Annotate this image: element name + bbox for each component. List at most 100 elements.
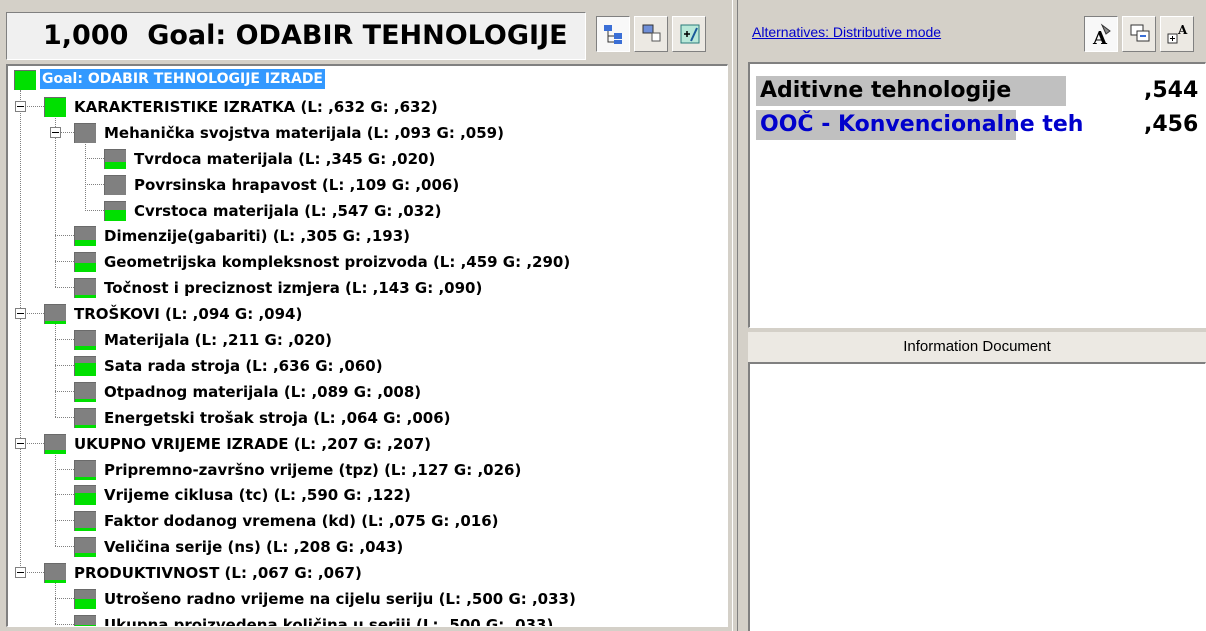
priority-node-icon xyxy=(104,174,126,195)
collapse-icon[interactable] xyxy=(15,100,26,112)
tree-node[interactable]: Mehanička svojstva materijala (L: ,093 G… xyxy=(8,120,727,146)
alternatives-mode-link[interactable]: Alternatives: Distributive mode xyxy=(752,24,941,40)
priority-node-icon xyxy=(74,252,96,273)
alternative-row[interactable]: OOČ - Konvencionalne teh ,456 xyxy=(756,108,1205,142)
priority-node-icon xyxy=(44,433,66,454)
svg-text:A: A xyxy=(1177,23,1188,37)
priority-node-icon xyxy=(74,511,96,532)
tree-node[interactable]: Sata rada stroja (L: ,636 G: ,060) xyxy=(8,353,727,379)
priority-node-icon xyxy=(44,563,66,584)
tree-node[interactable]: Ukupna proizvedena količina u seriji (L:… xyxy=(8,612,727,627)
tree-node[interactable]: Materijala (L: ,211 G: ,020) xyxy=(8,327,727,353)
font-style-button[interactable]: A xyxy=(1084,16,1118,52)
tree-connector xyxy=(55,494,74,496)
add-node-button[interactable] xyxy=(672,16,706,52)
tree-node[interactable]: Energetski trošak stroja (L: ,064 G: ,00… xyxy=(8,405,727,431)
alternative-name: OOČ - Konvencionalne teh xyxy=(760,112,1084,137)
tree-connector xyxy=(85,209,104,211)
tree-node[interactable]: Faktor dodanog vremena (kd) (L: ,075 G: … xyxy=(8,508,727,534)
tree-panel[interactable]: Goal: ODABIR TEHNOLOGIJE IZRADE KARAKTERI… xyxy=(6,64,728,627)
priority-node-icon xyxy=(74,537,96,558)
tree-node-label: Ukupna proizvedena količina u seriji (L:… xyxy=(104,615,554,627)
tree-node-label: Točnost i preciznost izmjera (L: ,143 G:… xyxy=(104,279,483,298)
priority-node-icon xyxy=(74,614,96,626)
tree-node[interactable]: Utrošeno radno vrijeme na cijelu seriju … xyxy=(8,586,727,612)
tree-node[interactable]: Pripremno-završno vrijeme (tpz) (L: ,127… xyxy=(8,457,727,483)
tree-connector xyxy=(55,235,74,237)
tree-node[interactable]: Cvrstoca materijala (L: ,547 G: ,032) xyxy=(8,198,727,224)
tree-node[interactable]: Geometrijska kompleksnost proizvoda (L: … xyxy=(8,249,727,275)
tree-node[interactable]: Vrijeme ciklusa (tc) (L: ,590 G: ,122) xyxy=(8,482,727,508)
alternative-score: ,544 xyxy=(1144,78,1199,103)
tree-node-label: Goal: ODABIR TEHNOLOGIJE IZRADE xyxy=(40,69,325,89)
tree-node-label: Tvrdoca materijala (L: ,345 G: ,020) xyxy=(134,149,436,168)
priority-node-icon xyxy=(44,96,66,117)
tree-connector xyxy=(55,598,74,599)
tree-node-label: TROŠKOVI (L: ,094 G: ,094) xyxy=(74,305,303,324)
tree-connector xyxy=(55,623,74,625)
copy-button[interactable] xyxy=(1122,16,1156,52)
pane-splitter[interactable] xyxy=(732,0,738,631)
priority-node-icon xyxy=(104,148,126,169)
priority-node-icon xyxy=(104,200,126,221)
tree-node-label: Dimenzije(gabariti) (L: ,305 G: ,193) xyxy=(104,227,411,246)
priority-node-icon xyxy=(74,278,96,299)
tree-connector xyxy=(55,390,74,392)
collapse-icon[interactable] xyxy=(15,437,26,449)
goal-title: Goal: ODABIR TEHNOLOGIJE xyxy=(147,20,568,51)
tree-node[interactable]: UKUPNO VRIJEME IZRADE (L: ,207 G: ,207) xyxy=(8,431,727,457)
goal-priority: 1,000 xyxy=(43,20,129,51)
priority-node-icon xyxy=(74,407,96,428)
tree-node[interactable]: Dimenzije(gabariti) (L: ,305 G: ,193) xyxy=(8,223,727,249)
tree-connector xyxy=(55,520,74,522)
tree-node-label: Faktor dodanog vremena (kd) (L: ,075 G: … xyxy=(104,512,499,531)
tree-connector xyxy=(55,468,74,470)
tree-node-label: UKUPNO VRIJEME IZRADE (L: ,207 G: ,207) xyxy=(74,434,432,453)
alternative-score: ,456 xyxy=(1144,112,1199,137)
tree-node-label: Cvrstoca materijala (L: ,547 G: ,032) xyxy=(134,201,442,220)
tree-node-label: PRODUKTIVNOST (L: ,067 G: ,067) xyxy=(74,564,362,583)
tree-node-root[interactable]: Goal: ODABIR TEHNOLOGIJE IZRADE xyxy=(8,68,727,94)
tree-connector xyxy=(55,261,74,263)
node-view-button[interactable] xyxy=(634,16,668,52)
tree-view-icon xyxy=(604,25,622,44)
collapse-icon[interactable] xyxy=(15,308,26,320)
tree-node-label: Sata rada stroja (L: ,636 G: ,060) xyxy=(104,356,383,375)
priority-node-icon xyxy=(74,485,96,506)
alternative-row[interactable]: Aditivne tehnologije ,544 xyxy=(756,74,1205,108)
tree-node[interactable]: Povrsinska hrapavost (L: ,109 G: ,006) xyxy=(8,172,727,198)
tree-node-label: Geometrijska kompleksnost proizvoda (L: … xyxy=(104,253,571,272)
alternative-name: Aditivne tehnologije xyxy=(760,78,1012,103)
tree-node[interactable]: TROŠKOVI (L: ,094 G: ,094) xyxy=(8,301,727,327)
tree-connector xyxy=(85,183,104,185)
tree-node[interactable]: Tvrdoca materijala (L: ,345 G: ,020) xyxy=(8,146,727,172)
tree-node-label: Utrošeno radno vrijeme na cijelu seriju … xyxy=(104,590,576,608)
tree-node[interactable]: Točnost i preciznost izmjera (L: ,143 G:… xyxy=(8,275,727,301)
tree-node-label: Povrsinska hrapavost (L: ,109 G: ,006) xyxy=(134,175,460,194)
tree-node[interactable]: PRODUKTIVNOST (L: ,067 G: ,067) xyxy=(8,560,727,586)
goal-header: 1,000 Goal: ODABIR TEHNOLOGIJE xyxy=(6,12,586,60)
tree-node-label: Mehanička svojstva materijala (L: ,093 G… xyxy=(104,123,504,142)
font-style-icon: A xyxy=(1092,23,1111,46)
tree-node-label: Otpadnog materijala (L: ,089 G: ,008) xyxy=(104,382,422,401)
collapse-icon[interactable] xyxy=(15,567,26,579)
tree-view-button[interactable] xyxy=(596,16,630,52)
add-alternative-button[interactable]: A xyxy=(1160,16,1194,52)
add-node-icon xyxy=(680,24,700,44)
priority-node-icon xyxy=(74,381,96,402)
tree-connector xyxy=(85,157,104,159)
collapse-icon[interactable] xyxy=(50,126,61,138)
tree-node-label: Pripremno-završno vrijeme (tpz) (L: ,127… xyxy=(104,460,522,479)
priority-node-icon xyxy=(74,355,96,376)
tree-node[interactable]: Otpadnog materijala (L: ,089 G: ,008) xyxy=(8,379,727,405)
information-document[interactable] xyxy=(748,362,1206,631)
tree-node-label: Vrijeme ciklusa (tc) (L: ,590 G: ,122) xyxy=(104,486,411,505)
alternatives-panel: Aditivne tehnologije ,544 OOČ - Konvencion… xyxy=(748,62,1206,328)
add-alternative-icon: A xyxy=(1167,23,1188,44)
copy-icon xyxy=(1130,24,1150,42)
tree-node[interactable]: Veličina serije (ns) (L: ,208 G: ,043) xyxy=(8,534,727,560)
goal-node-icon xyxy=(14,70,36,90)
priority-node-icon xyxy=(74,226,96,247)
tree-node[interactable]: KARAKTERISTIKE IZRATKA (L: ,632 G: ,632) xyxy=(8,94,727,120)
tree-node-label: Veličina serije (ns) (L: ,208 G: ,043) xyxy=(104,538,404,557)
